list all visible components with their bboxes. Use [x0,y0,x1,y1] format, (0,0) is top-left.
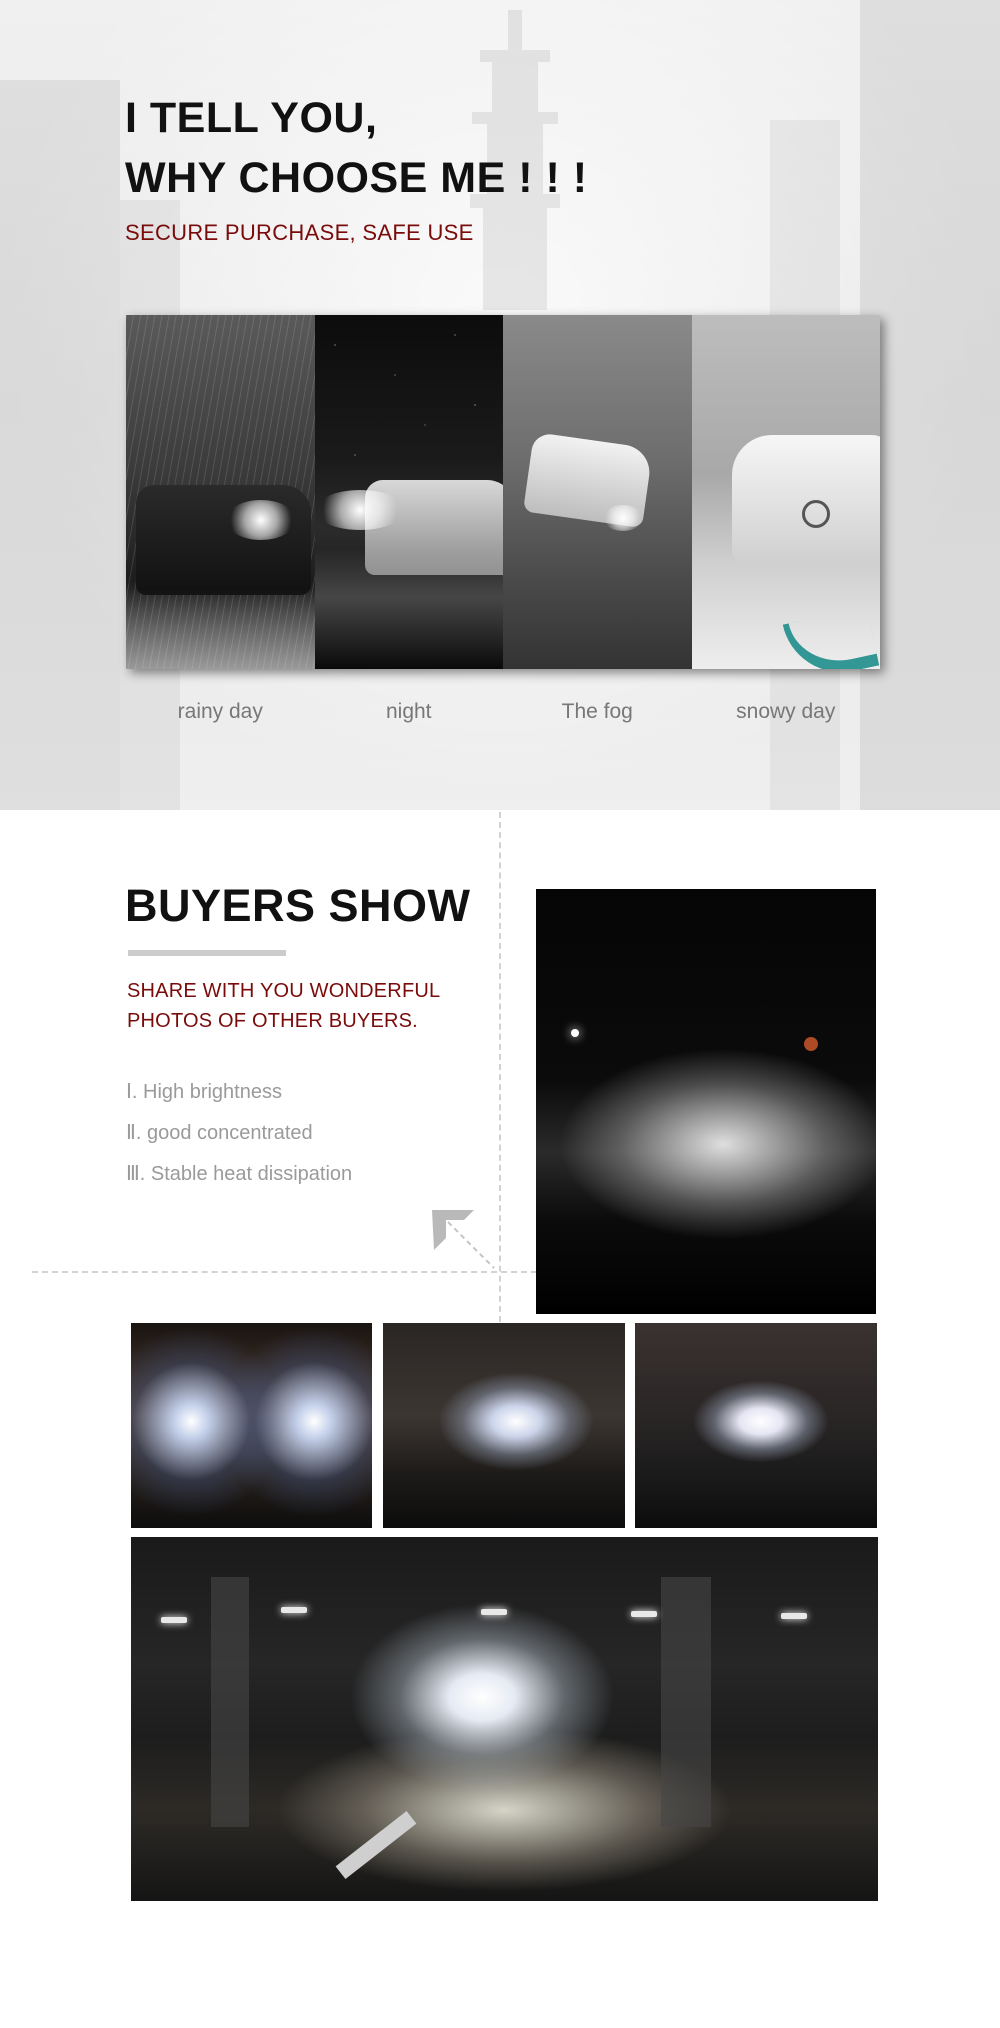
buyers-show-title: BUYERS SHOW [125,880,471,931]
feature-item: Ⅰ. High brightness [126,1081,282,1103]
background-building [0,80,120,810]
snowy-day-photo [691,315,880,669]
ceiling-lamp [161,1617,187,1623]
fog-photo [503,315,692,669]
label-snowy-day: snowy day [736,700,836,723]
arrow-up-left-icon [432,1210,495,1269]
ceiling-lamp [781,1613,807,1619]
label-fog: The fog [561,700,633,723]
hero-title-line: I TELL YOU, [125,94,378,142]
ceiling-lamp [481,1609,507,1615]
night-photo [314,315,503,669]
hero-subtitle: SECURE PURCHASE, SAFE USE [125,220,474,245]
brush-stroke-decoration [782,606,880,669]
hero-title-line: WHY CHOOSE ME ! ! ! [125,154,588,202]
weather-photo-strip [126,315,880,669]
buyers-show-subtitle: SHARE WITH YOU WONDERFUL PHOTOS OF OTHER… [127,980,440,1032]
buyer-photo-headlamp-closeup [383,1323,625,1528]
buyer-photo-suv-headlights [131,1323,372,1528]
buyer-photo-parking-garage [131,1537,878,1901]
feature-item: Ⅱ. good concentrated [126,1122,313,1144]
label-rainy-day: rainy day [177,700,263,723]
car-emblem-icon [801,500,830,528]
buyer-photo-headlamp-side [635,1323,877,1528]
ceiling-lamp [631,1611,657,1617]
label-night: night [385,700,432,723]
feature-list: Ⅰ. High brightness Ⅱ. good concentrated … [126,1078,352,1201]
hero-title: I TELL YOU, WHY CHOOSE ME ! ! ! [125,88,588,208]
hero-section: I TELL YOU, WHY CHOOSE ME ! ! ! SECURE P… [0,0,1000,810]
rainy-day-photo [126,315,315,669]
title-underline [128,950,286,956]
street-light [571,1029,579,1037]
road-sign [804,1037,818,1051]
parking-curb [335,1810,417,1880]
feature-item: Ⅲ. Stable heat dissipation [126,1163,353,1185]
background-building [860,0,1000,810]
weather-labels: rainy day night The fog snowy day [126,700,880,724]
ceiling-lamp [281,1607,307,1613]
buyer-photo-night-road [536,889,876,1314]
